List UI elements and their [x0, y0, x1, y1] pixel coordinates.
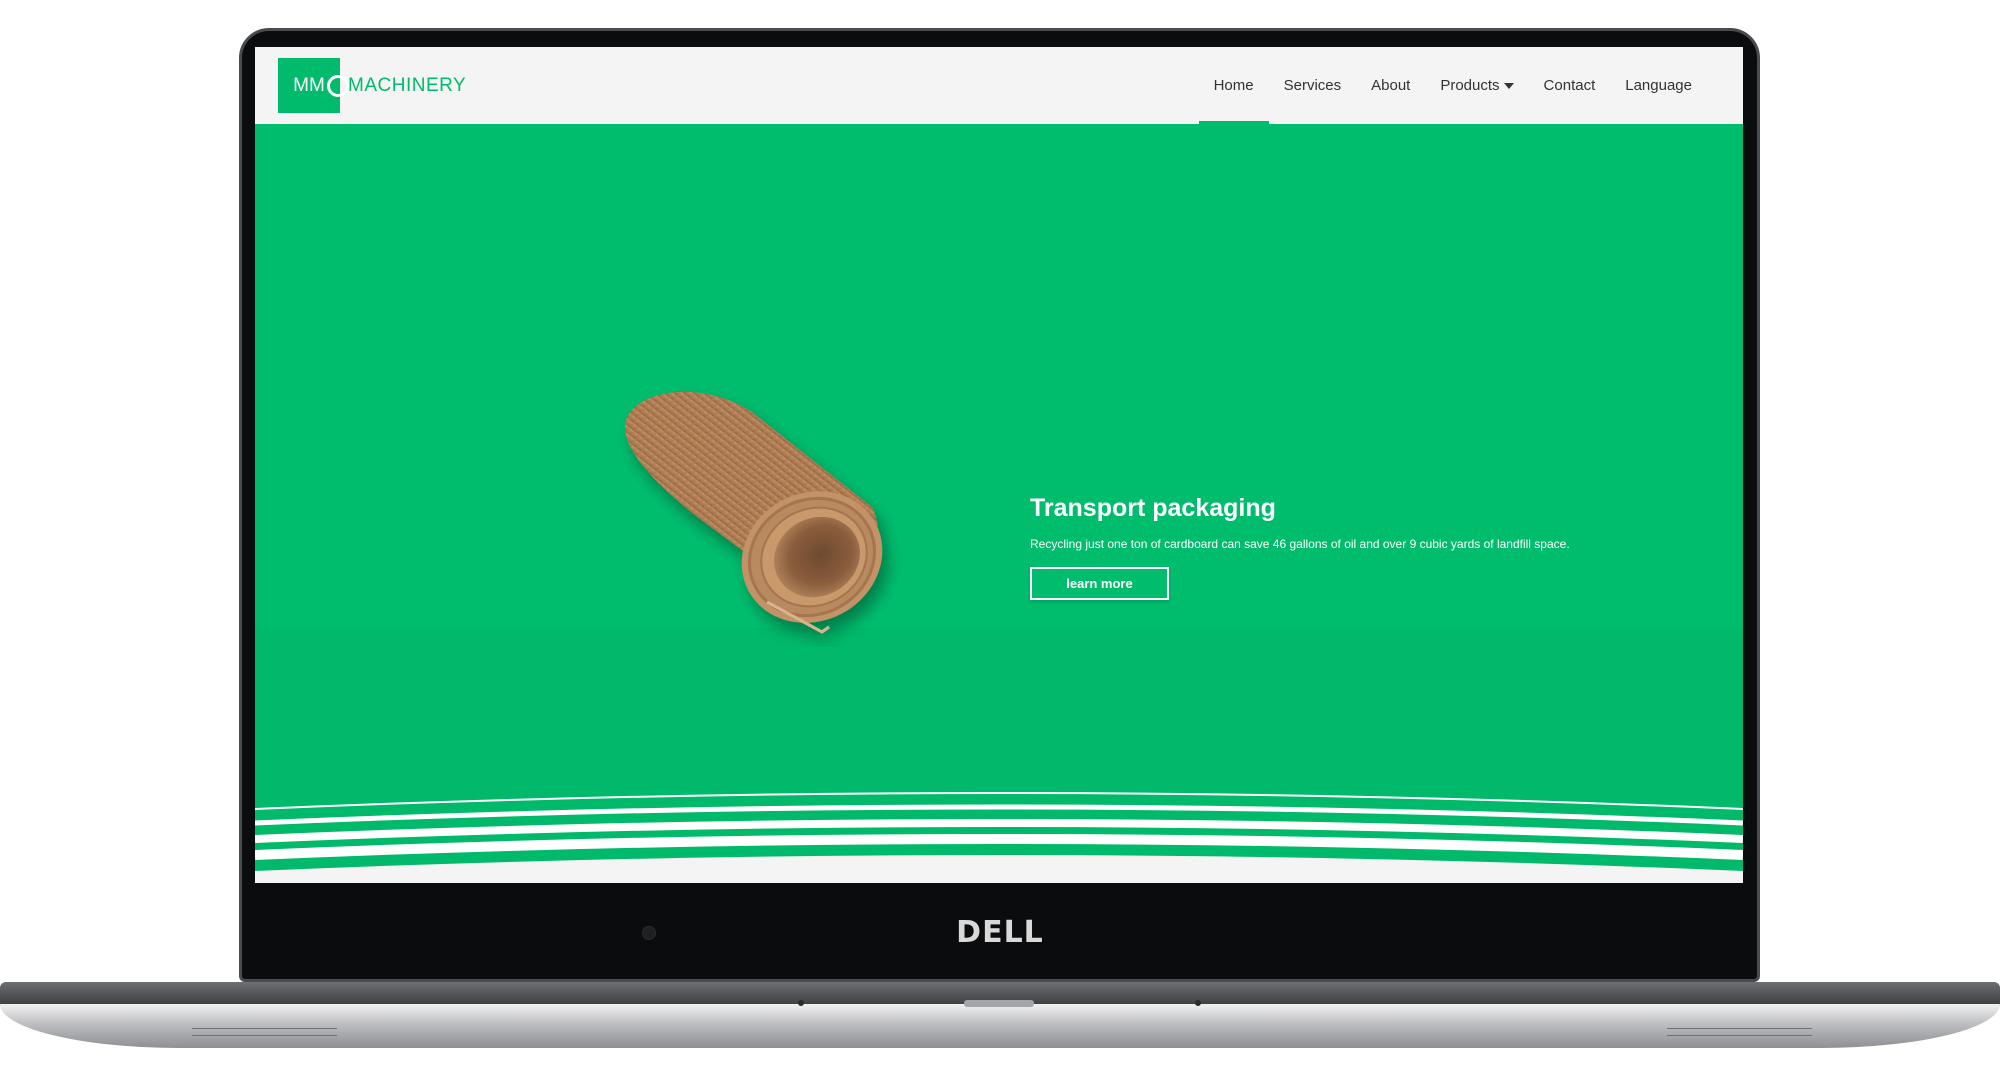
nav-item-label: Home — [1213, 77, 1254, 94]
main-nav: Home Services About Products Contact Lan… — [1198, 47, 1707, 124]
logo-badge: MM — [278, 58, 349, 113]
nav-item-label: Products — [1440, 77, 1500, 94]
hero-section: Transport packaging Recycling just one t… — [255, 124, 1743, 883]
nav-item-home[interactable]: Home — [1198, 47, 1269, 124]
cardboard-roll-image — [625, 391, 883, 634]
speaker-grille-left — [192, 1028, 337, 1036]
dell-logo: DELL — [956, 915, 1044, 950]
laptop-mockup: MM MACHINERY Home Services About Product… — [0, 0, 2000, 1074]
logo-text: MACHINERY — [348, 74, 467, 96]
site-logo[interactable]: MM MACHINERY — [278, 58, 466, 113]
logo-badge-text: MM — [293, 74, 325, 96]
nav-item-about[interactable]: About — [1356, 47, 1425, 124]
base-foot-left — [798, 1000, 804, 1006]
nav-item-label: Contact — [1543, 77, 1596, 94]
nav-item-label: Language — [1625, 77, 1692, 94]
nav-item-label: Services — [1283, 77, 1342, 94]
nav-item-products[interactable]: Products — [1425, 47, 1528, 124]
speaker-grille-right — [1667, 1028, 1812, 1036]
laptop-screen: MM MACHINERY Home Services About Product… — [255, 47, 1743, 883]
hero-text: Recycling just one ton of cardboard can … — [1030, 537, 1570, 551]
caret-down-icon — [1503, 82, 1514, 89]
laptop-base-lip — [0, 1004, 2000, 1048]
site-navbar: MM MACHINERY Home Services About Product… — [255, 47, 1743, 124]
nav-item-services[interactable]: Services — [1269, 47, 1357, 124]
learn-more-button[interactable]: learn more — [1030, 567, 1169, 600]
hero-title: Transport packaging — [1030, 494, 1276, 522]
webcam-icon — [642, 926, 656, 940]
laptop-hinge — [964, 1000, 1034, 1007]
nav-item-label: About — [1371, 77, 1411, 94]
nav-item-language[interactable]: Language — [1610, 47, 1707, 124]
decorative-stripes — [255, 792, 1743, 883]
base-foot-right — [1195, 1000, 1201, 1006]
logo-ring-icon — [327, 75, 349, 97]
nav-item-contact[interactable]: Contact — [1529, 47, 1611, 124]
